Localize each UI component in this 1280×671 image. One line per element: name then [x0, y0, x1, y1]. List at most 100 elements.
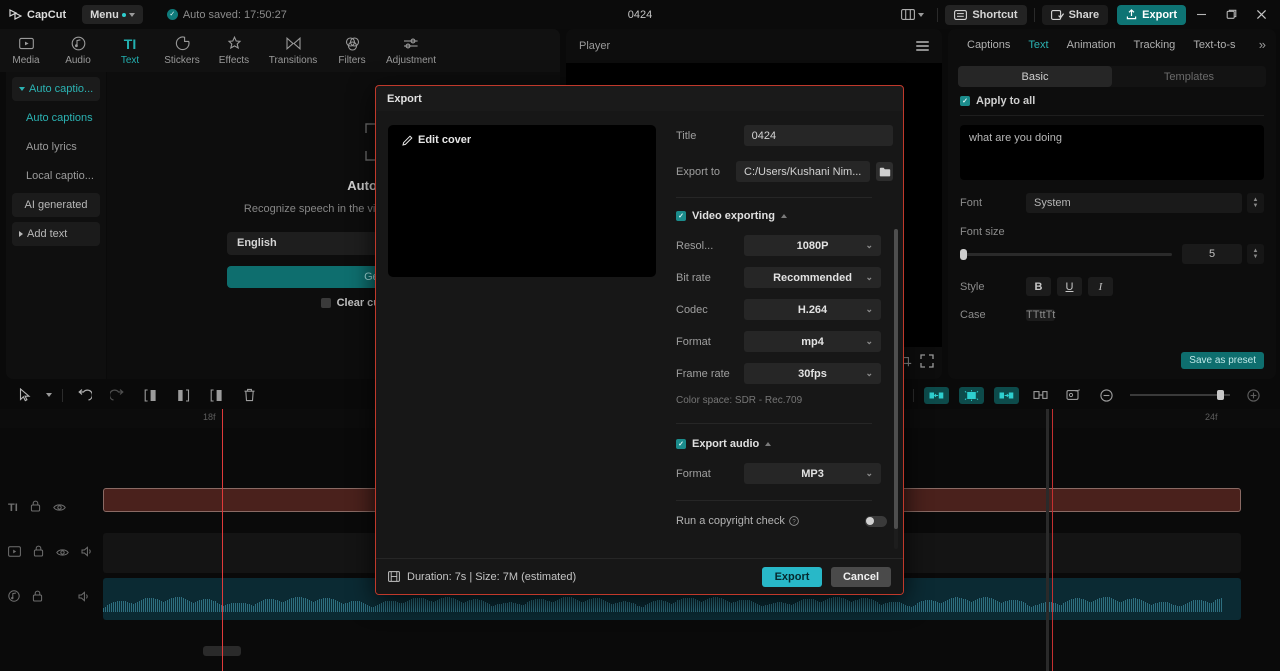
zoom-out-button[interactable] — [1090, 381, 1123, 409]
font-size-value[interactable]: 5 — [1182, 244, 1242, 264]
reverse-button[interactable] — [994, 386, 1019, 404]
redo-button[interactable] — [101, 381, 134, 409]
text-content-input[interactable]: what are you doing — [960, 125, 1264, 180]
shortcut-button[interactable]: Shortcut — [945, 4, 1027, 25]
apply-to-all-checkbox[interactable]: ✓ Apply to all — [948, 87, 1276, 107]
lock-icon[interactable] — [30, 499, 41, 517]
checkbox-checked-icon[interactable]: ✓ — [676, 211, 686, 221]
minimize-button[interactable] — [1186, 0, 1216, 29]
ruler-label: 24f — [1205, 412, 1218, 422]
sidebar-item-auto-lyrics[interactable]: Auto lyrics — [12, 135, 100, 159]
delete-button[interactable] — [233, 381, 266, 409]
filters-icon — [345, 35, 360, 52]
title-input[interactable]: 0424 — [743, 125, 893, 146]
italic-button[interactable]: I — [1088, 277, 1113, 296]
close-button[interactable] — [1246, 0, 1276, 29]
mixer-button[interactable] — [1024, 381, 1057, 409]
video-exporting-section-header[interactable]: ✓ Video exporting — [676, 210, 893, 222]
playhead[interactable] — [222, 409, 223, 671]
chevron-up-icon — [765, 442, 772, 446]
nav-tab-filters[interactable]: Filters — [326, 35, 378, 66]
select-tool-button[interactable] — [8, 381, 41, 409]
case-upper-button[interactable]: TT — [1026, 309, 1039, 321]
dialog-cancel-button[interactable]: Cancel — [831, 566, 891, 587]
slider-knob[interactable] — [960, 248, 967, 260]
share-button[interactable]: Share — [1041, 4, 1109, 25]
tab-tracking[interactable]: Tracking — [1125, 39, 1185, 51]
lock-icon[interactable] — [32, 589, 43, 607]
dialog-scrollbar[interactable] — [894, 229, 898, 549]
tab-text-to-speech[interactable]: Text-to-s — [1184, 39, 1236, 51]
trim-left-button[interactable] — [167, 381, 200, 409]
lock-icon[interactable] — [33, 544, 44, 562]
export-to-input[interactable]: C:/Users/Kushani Nim... — [736, 161, 871, 182]
checkbox-icon — [320, 297, 331, 308]
zoom-in-button[interactable] — [1237, 381, 1270, 409]
audio-format-select[interactable]: MP3 ⌄ — [744, 463, 881, 484]
framerate-select[interactable]: 30fps ⌄ — [744, 363, 881, 384]
font-size-stepper[interactable]: ▲ ▼ — [1247, 244, 1264, 264]
nav-tab-stickers[interactable]: Stickers — [156, 35, 208, 66]
export-button[interactable]: Export — [1117, 4, 1186, 25]
segment-basic[interactable]: Basic — [958, 66, 1112, 87]
volume-icon[interactable] — [78, 589, 91, 607]
tab-text[interactable]: Text — [1019, 39, 1057, 51]
bitrate-select[interactable]: Recommended ⌄ — [744, 267, 881, 288]
font-stepper[interactable]: ▲ ▼ — [1247, 193, 1264, 213]
edit-cover-button[interactable]: Edit cover — [402, 134, 471, 146]
select-tool-dropdown[interactable] — [41, 381, 57, 409]
font-size-slider[interactable] — [960, 248, 1172, 260]
split-button[interactable] — [134, 381, 167, 409]
case-title-button[interactable]: Tt — [1046, 309, 1056, 321]
tab-animation[interactable]: Animation — [1058, 39, 1125, 51]
chevron-double-right-icon[interactable]: » — [1255, 37, 1266, 52]
zoom-slider-knob[interactable] — [1217, 390, 1224, 400]
format-select[interactable]: mp4 ⌄ — [744, 331, 881, 352]
dialog-footer-buttons: Export Cancel — [762, 566, 891, 587]
layout-button[interactable] — [895, 6, 930, 23]
nav-tab-media[interactable]: Media — [0, 35, 52, 66]
menu-button[interactable]: Menu — [82, 5, 143, 24]
undo-button[interactable] — [68, 381, 101, 409]
scrollbar-thumb[interactable] — [894, 229, 898, 529]
segment-templates[interactable]: Templates — [1112, 66, 1266, 87]
eye-icon[interactable] — [52, 499, 66, 517]
cover-preview[interactable]: Edit cover — [388, 125, 656, 277]
nav-tab-audio[interactable]: Audio — [52, 35, 104, 66]
resolution-select[interactable]: 1080P ⌄ — [744, 235, 881, 256]
nav-tab-effects[interactable]: Effects — [208, 35, 260, 66]
bold-button[interactable]: B — [1026, 277, 1051, 296]
checkbox-checked-icon[interactable]: ✓ — [676, 439, 686, 449]
font-select[interactable]: System — [1026, 193, 1242, 213]
folder-icon[interactable] — [876, 162, 893, 181]
maximize-icon — [1226, 9, 1236, 19]
sidebar-item-add-text[interactable]: Add text — [12, 222, 100, 246]
sidebar-item-auto-captions[interactable]: Auto captions — [12, 106, 100, 130]
nav-tab-adjustment[interactable]: Adjustment — [378, 35, 444, 66]
playhead-secondary[interactable] — [1052, 409, 1053, 671]
hamburger-icon[interactable] — [916, 41, 929, 51]
export-audio-section-header[interactable]: ✓ Export audio — [676, 438, 893, 450]
nav-tab-transitions[interactable]: Transitions — [260, 35, 326, 66]
dialog-export-button[interactable]: Export — [762, 566, 822, 587]
freeze-button[interactable] — [959, 386, 984, 404]
sidebar-item-ai-generated[interactable]: AI generated — [12, 193, 100, 217]
sidebar-item-auto-caption-group[interactable]: Auto captio... — [12, 77, 100, 101]
zoom-slider[interactable] — [1130, 390, 1230, 400]
codec-select[interactable]: H.264 ⌄ — [744, 299, 881, 320]
sidebar-item-local-captions[interactable]: Local captio... — [12, 164, 100, 188]
trim-right-button[interactable] — [200, 381, 233, 409]
nav-tab-text[interactable]: TI Text — [104, 35, 156, 67]
keyframe-button[interactable] — [1057, 381, 1090, 409]
mirror-button[interactable] — [924, 386, 949, 404]
save-as-preset-button[interactable]: Save as preset — [1181, 352, 1264, 369]
resolution-label: Resol... — [676, 239, 714, 252]
eye-icon[interactable] — [56, 544, 69, 562]
volume-icon[interactable] — [81, 544, 94, 562]
copyright-check-toggle[interactable] — [864, 515, 887, 527]
bitrate-row: Bit rate Recommended ⌄ — [676, 267, 893, 288]
fullscreen-icon[interactable] — [920, 353, 934, 373]
tab-captions[interactable]: Captions — [958, 39, 1019, 51]
maximize-button[interactable] — [1216, 0, 1246, 29]
underline-button[interactable]: U — [1057, 277, 1082, 296]
